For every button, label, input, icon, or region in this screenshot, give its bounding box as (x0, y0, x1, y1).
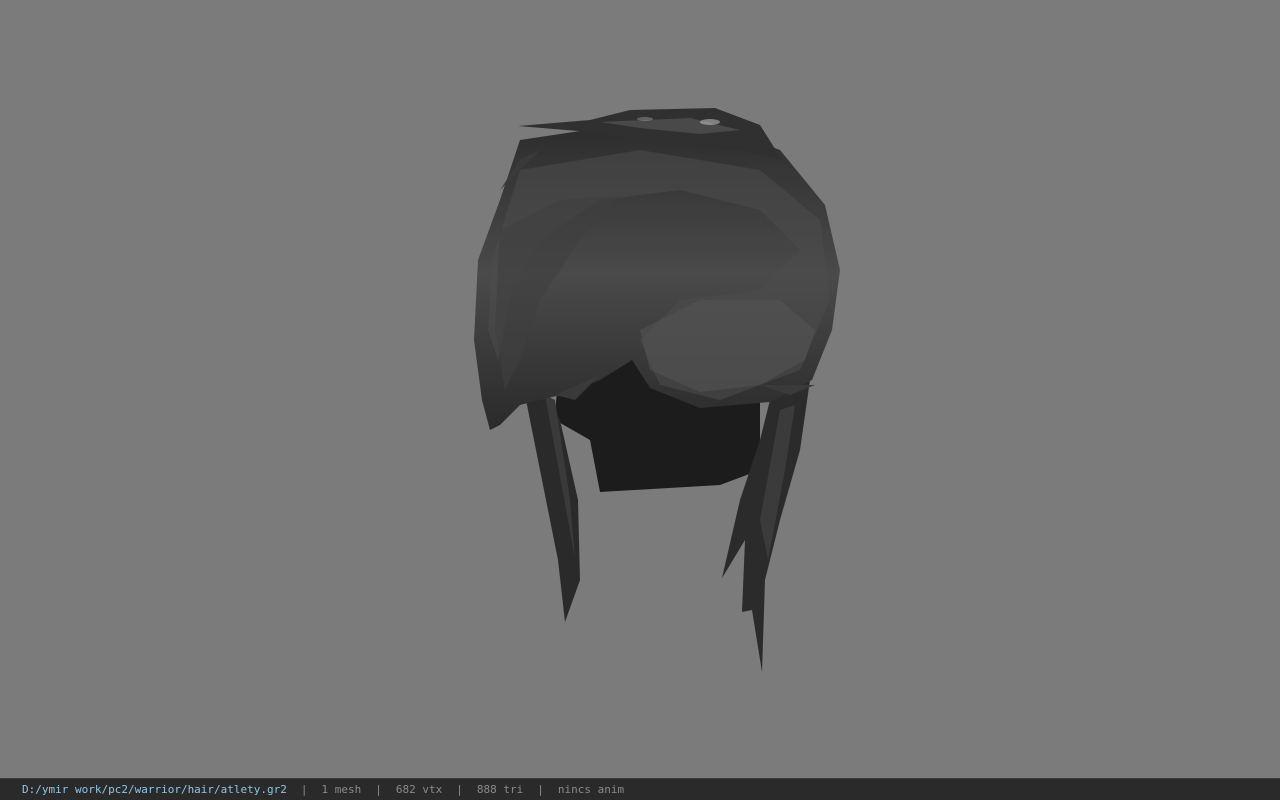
mesh-count: 1 mesh (321, 783, 362, 796)
vertex-count: 682 vtx (395, 783, 443, 796)
separator: | (456, 783, 463, 796)
triangle-count: 888 tri (476, 783, 524, 796)
separator: | (537, 783, 544, 796)
3d-viewport[interactable] (0, 0, 1280, 778)
separator: | (300, 783, 308, 796)
file-path: D:/ymir work/pc2/warrior/hair/atlety.gr2 (22, 783, 287, 796)
hair-model (474, 108, 840, 672)
status-bar: D:/ymir work/pc2/warrior/hair/atlety.gr2… (0, 778, 1280, 800)
animation-status: nincs anim (557, 783, 625, 796)
separator: | (375, 783, 382, 796)
